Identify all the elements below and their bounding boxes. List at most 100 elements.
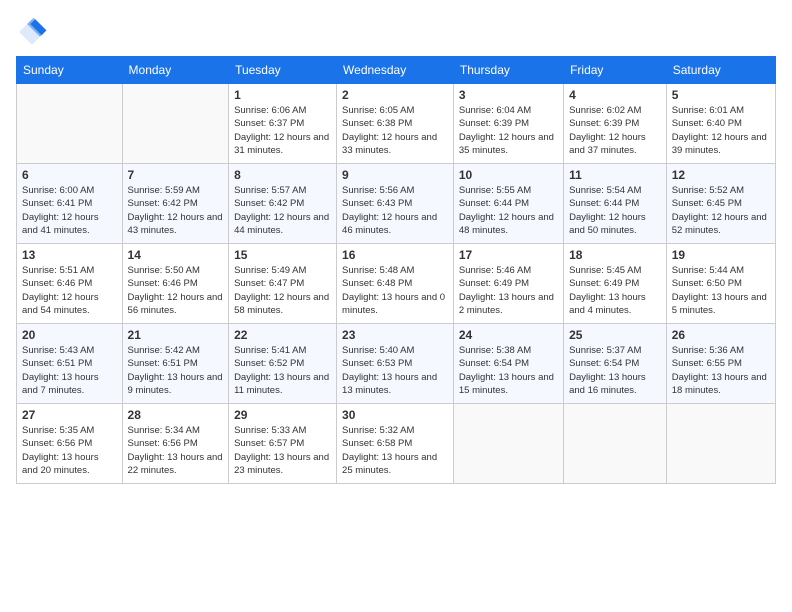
calendar-cell: 29 Sunrise: 5:33 AMSunset: 6:57 PMDayligh… (229, 404, 337, 484)
weekday-header-monday: Monday (122, 57, 229, 84)
day-info: Sunrise: 5:37 AMSunset: 6:54 PMDaylight:… (569, 344, 661, 397)
day-info: Sunrise: 5:32 AMSunset: 6:58 PMDaylight:… (342, 424, 448, 477)
calendar-table: SundayMondayTuesdayWednesdayThursdayFrid… (16, 56, 776, 484)
day-info: Sunrise: 5:57 AMSunset: 6:42 PMDaylight:… (234, 184, 331, 237)
calendar-week-row: 27 Sunrise: 5:35 AMSunset: 6:56 PMDayligh… (17, 404, 776, 484)
day-info: Sunrise: 5:50 AMSunset: 6:46 PMDaylight:… (128, 264, 224, 317)
calendar-cell: 6 Sunrise: 6:00 AMSunset: 6:41 PMDaylight… (17, 164, 123, 244)
day-number: 6 (22, 168, 117, 182)
day-number: 16 (342, 248, 448, 262)
day-number: 11 (569, 168, 661, 182)
day-info: Sunrise: 5:54 AMSunset: 6:44 PMDaylight:… (569, 184, 661, 237)
day-info: Sunrise: 5:34 AMSunset: 6:56 PMDaylight:… (128, 424, 224, 477)
weekday-header-thursday: Thursday (453, 57, 563, 84)
day-number: 26 (672, 328, 770, 342)
day-number: 30 (342, 408, 448, 422)
day-info: Sunrise: 6:02 AMSunset: 6:39 PMDaylight:… (569, 104, 661, 157)
weekday-header-friday: Friday (564, 57, 667, 84)
calendar-cell: 13 Sunrise: 5:51 AMSunset: 6:46 PMDayligh… (17, 244, 123, 324)
day-number: 19 (672, 248, 770, 262)
day-info: Sunrise: 5:45 AMSunset: 6:49 PMDaylight:… (569, 264, 661, 317)
weekday-header-sunday: Sunday (17, 57, 123, 84)
calendar-cell: 12 Sunrise: 5:52 AMSunset: 6:45 PMDayligh… (666, 164, 775, 244)
day-number: 21 (128, 328, 224, 342)
day-number: 3 (459, 88, 558, 102)
day-number: 15 (234, 248, 331, 262)
day-info: Sunrise: 5:38 AMSunset: 6:54 PMDaylight:… (459, 344, 558, 397)
day-info: Sunrise: 5:48 AMSunset: 6:48 PMDaylight:… (342, 264, 448, 317)
day-number: 17 (459, 248, 558, 262)
weekday-header-saturday: Saturday (666, 57, 775, 84)
day-info: Sunrise: 5:56 AMSunset: 6:43 PMDaylight:… (342, 184, 448, 237)
day-number: 12 (672, 168, 770, 182)
calendar-week-row: 6 Sunrise: 6:00 AMSunset: 6:41 PMDaylight… (17, 164, 776, 244)
day-number: 28 (128, 408, 224, 422)
day-info: Sunrise: 5:46 AMSunset: 6:49 PMDaylight:… (459, 264, 558, 317)
day-number: 2 (342, 88, 448, 102)
day-number: 4 (569, 88, 661, 102)
weekday-header-wednesday: Wednesday (337, 57, 454, 84)
calendar-cell (17, 84, 123, 164)
day-number: 7 (128, 168, 224, 182)
calendar-cell: 27 Sunrise: 5:35 AMSunset: 6:56 PMDayligh… (17, 404, 123, 484)
calendar-cell: 18Sunrise: 5:45 AMSunset: 6:49 PMDayligh… (564, 244, 667, 324)
day-info: Sunrise: 6:06 AMSunset: 6:37 PMDaylight:… (234, 104, 331, 157)
day-number: 22 (234, 328, 331, 342)
calendar-cell: 24 Sunrise: 5:38 AMSunset: 6:54 PMDayligh… (453, 324, 563, 404)
day-info: Sunrise: 6:05 AMSunset: 6:38 PMDaylight:… (342, 104, 448, 157)
calendar-cell: 28 Sunrise: 5:34 AMSunset: 6:56 PMDayligh… (122, 404, 229, 484)
day-info: Sunrise: 5:41 AMSunset: 6:52 PMDaylight:… (234, 344, 331, 397)
calendar-cell: 3 Sunrise: 6:04 AMSunset: 6:39 PMDaylight… (453, 84, 563, 164)
day-info: Sunrise: 5:35 AMSunset: 6:56 PMDaylight:… (22, 424, 117, 477)
day-number: 27 (22, 408, 117, 422)
day-info: Sunrise: 5:52 AMSunset: 6:45 PMDaylight:… (672, 184, 770, 237)
calendar-cell: 20 Sunrise: 5:43 AMSunset: 6:51 PMDayligh… (17, 324, 123, 404)
day-info: Sunrise: 5:36 AMSunset: 6:55 PMDaylight:… (672, 344, 770, 397)
day-number: 10 (459, 168, 558, 182)
calendar-cell: 15 Sunrise: 5:49 AMSunset: 6:47 PMDayligh… (229, 244, 337, 324)
weekday-header-row: SundayMondayTuesdayWednesdayThursdayFrid… (17, 57, 776, 84)
calendar-cell: 10 Sunrise: 5:55 AMSunset: 6:44 PMDayligh… (453, 164, 563, 244)
day-info: Sunrise: 5:51 AMSunset: 6:46 PMDaylight:… (22, 264, 117, 317)
calendar-cell: 2 Sunrise: 6:05 AMSunset: 6:38 PMDaylight… (337, 84, 454, 164)
day-number: 14 (128, 248, 224, 262)
calendar-cell (564, 404, 667, 484)
calendar-cell: 26 Sunrise: 5:36 AMSunset: 6:55 PMDayligh… (666, 324, 775, 404)
calendar-cell: 21 Sunrise: 5:42 AMSunset: 6:51 PMDayligh… (122, 324, 229, 404)
day-info: Sunrise: 5:43 AMSunset: 6:51 PMDaylight:… (22, 344, 117, 397)
calendar-cell: 1 Sunrise: 6:06 AMSunset: 6:37 PMDaylight… (229, 84, 337, 164)
day-info: Sunrise: 5:55 AMSunset: 6:44 PMDaylight:… (459, 184, 558, 237)
day-number: 1 (234, 88, 331, 102)
calendar-cell (453, 404, 563, 484)
calendar-cell (666, 404, 775, 484)
day-info: Sunrise: 5:44 AMSunset: 6:50 PMDaylight:… (672, 264, 770, 317)
day-info: Sunrise: 6:01 AMSunset: 6:40 PMDaylight:… (672, 104, 770, 157)
day-info: Sunrise: 6:04 AMSunset: 6:39 PMDaylight:… (459, 104, 558, 157)
page-header (16, 16, 776, 48)
day-number: 24 (459, 328, 558, 342)
calendar-cell: 5Sunrise: 6:01 AMSunset: 6:40 PMDaylight… (666, 84, 775, 164)
calendar-cell: 23Sunrise: 5:40 AMSunset: 6:53 PMDayligh… (337, 324, 454, 404)
calendar-week-row: 13 Sunrise: 5:51 AMSunset: 6:46 PMDayligh… (17, 244, 776, 324)
logo-icon (16, 16, 48, 48)
day-info: Sunrise: 6:00 AMSunset: 6:41 PMDaylight:… (22, 184, 117, 237)
calendar-week-row: 1 Sunrise: 6:06 AMSunset: 6:37 PMDaylight… (17, 84, 776, 164)
day-info: Sunrise: 5:42 AMSunset: 6:51 PMDaylight:… (128, 344, 224, 397)
day-number: 13 (22, 248, 117, 262)
calendar-cell: 22 Sunrise: 5:41 AMSunset: 6:52 PMDayligh… (229, 324, 337, 404)
logo (16, 16, 52, 48)
day-number: 9 (342, 168, 448, 182)
calendar-cell: 8Sunrise: 5:57 AMSunset: 6:42 PMDaylight… (229, 164, 337, 244)
calendar-cell: 14 Sunrise: 5:50 AMSunset: 6:46 PMDayligh… (122, 244, 229, 324)
day-number: 29 (234, 408, 331, 422)
calendar-cell: 25Sunrise: 5:37 AMSunset: 6:54 PMDayligh… (564, 324, 667, 404)
weekday-header-tuesday: Tuesday (229, 57, 337, 84)
calendar-cell: 4 Sunrise: 6:02 AMSunset: 6:39 PMDaylight… (564, 84, 667, 164)
calendar-cell: 7Sunrise: 5:59 AMSunset: 6:42 PMDaylight… (122, 164, 229, 244)
calendar-cell: 9 Sunrise: 5:56 AMSunset: 6:43 PMDaylight… (337, 164, 454, 244)
day-info: Sunrise: 5:40 AMSunset: 6:53 PMDaylight:… (342, 344, 448, 397)
day-info: Sunrise: 5:49 AMSunset: 6:47 PMDaylight:… (234, 264, 331, 317)
day-info: Sunrise: 5:33 AMSunset: 6:57 PMDaylight:… (234, 424, 331, 477)
day-number: 20 (22, 328, 117, 342)
calendar-week-row: 20 Sunrise: 5:43 AMSunset: 6:51 PMDayligh… (17, 324, 776, 404)
